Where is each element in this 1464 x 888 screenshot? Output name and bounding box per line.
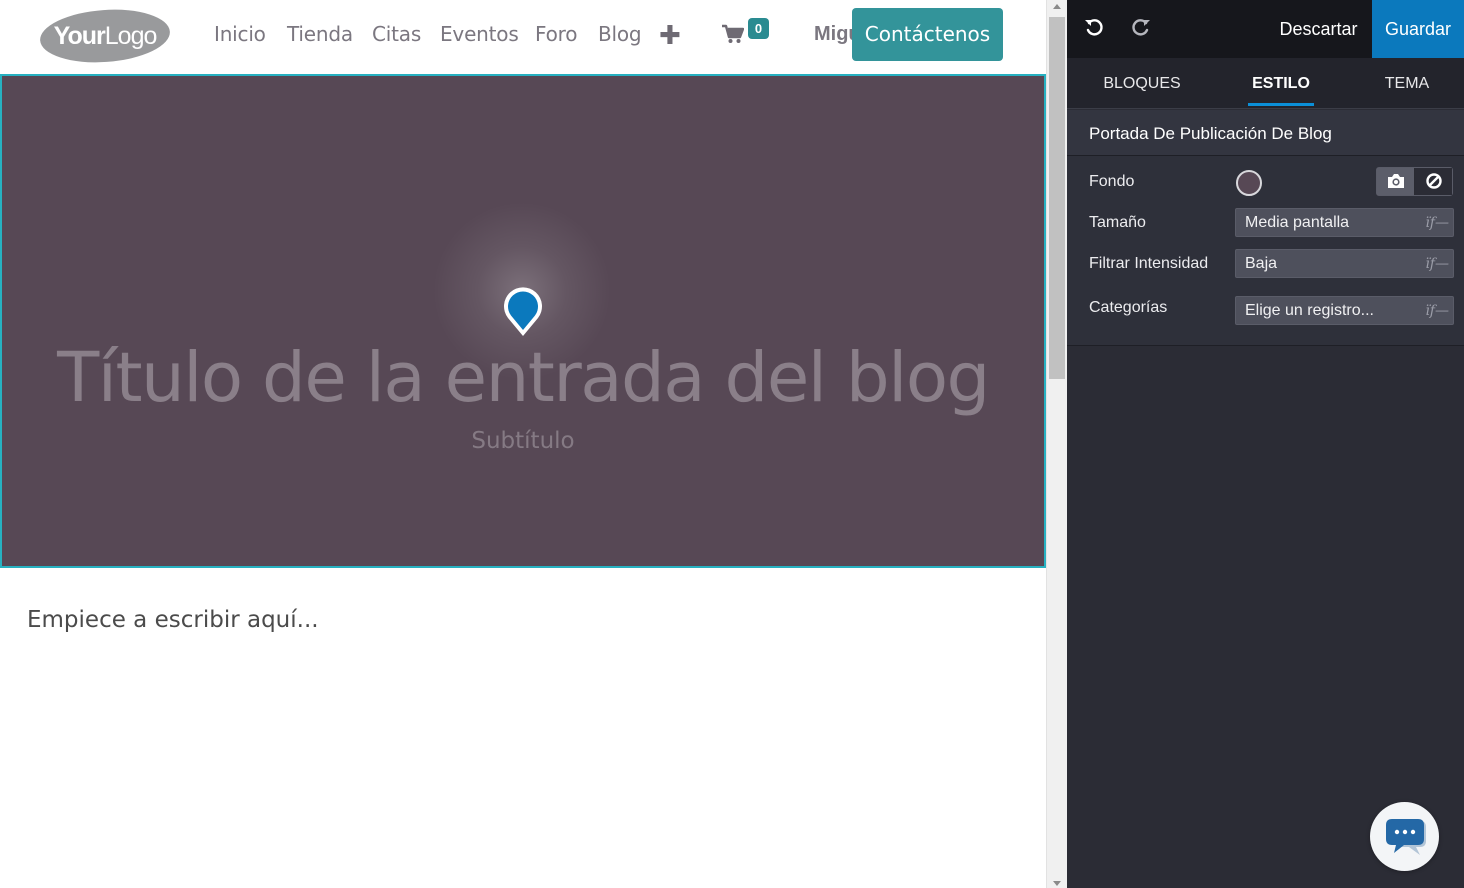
ban-icon bbox=[1426, 173, 1442, 189]
background-label: Fondo bbox=[1089, 173, 1135, 190]
size-select[interactable]: Media pantalla ïf— bbox=[1235, 208, 1454, 237]
user-menu[interactable]: Migu bbox=[814, 23, 854, 46]
editor-toolbar: Descartar Guardar bbox=[1067, 0, 1464, 58]
filter-select-value: Baja bbox=[1245, 255, 1278, 272]
blog-cover-section[interactable]: Título de la entrada del blog Subtítulo bbox=[0, 74, 1046, 568]
nav-item-tienda[interactable]: Tienda bbox=[287, 22, 353, 46]
map-pin-icon[interactable] bbox=[502, 284, 544, 338]
tab-blocks[interactable]: BLOQUES bbox=[1087, 58, 1197, 108]
filter-intensity-label: Filtrar Intensidad bbox=[1089, 255, 1209, 272]
website-preview: YourLogo Inicio Tienda Citas Eventos For… bbox=[0, 0, 1046, 888]
style-options: Fondo Tamaño Media pantalla ïf— Filtrar … bbox=[1067, 156, 1464, 346]
chat-bubble-icon bbox=[1386, 819, 1426, 855]
redo-icon[interactable] bbox=[1131, 17, 1151, 37]
site-header: YourLogo Inicio Tienda Citas Eventos For… bbox=[0, 0, 1046, 73]
blog-post-title[interactable]: Título de la entrada del blog bbox=[2, 338, 1044, 418]
section-header[interactable]: Portada De Publicación De Blog bbox=[1067, 110, 1464, 156]
cart-count-badge: 0 bbox=[748, 18, 769, 39]
scroll-down-arrow-icon[interactable] bbox=[1053, 881, 1061, 886]
background-image-button[interactable] bbox=[1377, 168, 1415, 195]
nav-item-blog[interactable]: Blog bbox=[598, 22, 642, 46]
background-none-button[interactable] bbox=[1415, 168, 1452, 195]
undo-icon[interactable] bbox=[1084, 17, 1104, 37]
nav-item-foro[interactable]: Foro bbox=[535, 22, 577, 46]
nav-item-citas[interactable]: Citas bbox=[372, 22, 421, 46]
section-title: Portada De Publicación De Blog bbox=[1089, 124, 1332, 143]
select-caret-icon: ïf— bbox=[1425, 303, 1449, 319]
background-color-swatch[interactable] bbox=[1236, 170, 1262, 196]
tab-theme[interactable]: TEMA bbox=[1357, 58, 1457, 108]
plus-icon[interactable]: ✚ bbox=[659, 20, 681, 51]
tab-style[interactable]: ESTILO bbox=[1227, 58, 1335, 108]
editor-panel: Descartar Guardar BLOQUES ESTILO TEMA Po… bbox=[1067, 0, 1464, 888]
page-scrollbar[interactable] bbox=[1046, 0, 1067, 888]
logo-text: YourLogo bbox=[53, 21, 157, 50]
shopping-cart-icon[interactable] bbox=[722, 24, 744, 44]
scroll-up-arrow-icon[interactable] bbox=[1053, 4, 1061, 9]
nav-item-inicio[interactable]: Inicio bbox=[214, 22, 266, 46]
categories-label: Categorías bbox=[1089, 299, 1168, 316]
size-label: Tamaño bbox=[1089, 214, 1146, 231]
active-tab-indicator bbox=[1248, 103, 1314, 106]
site-logo[interactable]: YourLogo bbox=[38, 5, 172, 67]
nav-item-eventos[interactable]: Eventos bbox=[440, 22, 519, 46]
discard-button[interactable]: Descartar bbox=[1267, 0, 1370, 58]
categories-select[interactable]: Elige un registro... ïf— bbox=[1235, 296, 1454, 325]
select-caret-icon: ïf— bbox=[1425, 256, 1449, 272]
blog-post-subtitle[interactable]: Subtítulo bbox=[2, 428, 1044, 454]
save-button[interactable]: Guardar bbox=[1372, 0, 1464, 58]
camera-icon bbox=[1388, 174, 1404, 188]
filter-intensity-select[interactable]: Baja ïf— bbox=[1235, 249, 1454, 278]
select-caret-icon: ïf— bbox=[1425, 215, 1449, 231]
categories-select-value: Elige un registro... bbox=[1245, 302, 1374, 319]
scroll-thumb[interactable] bbox=[1049, 17, 1065, 379]
background-buttons bbox=[1376, 167, 1453, 196]
contact-button[interactable]: Contáctenos bbox=[852, 8, 1003, 61]
post-body-placeholder[interactable]: Empiece a escribir aquí... bbox=[27, 607, 319, 633]
editor-tabs: BLOQUES ESTILO TEMA bbox=[1067, 58, 1464, 109]
size-select-value: Media pantalla bbox=[1245, 214, 1350, 231]
livechat-button[interactable] bbox=[1370, 802, 1439, 871]
